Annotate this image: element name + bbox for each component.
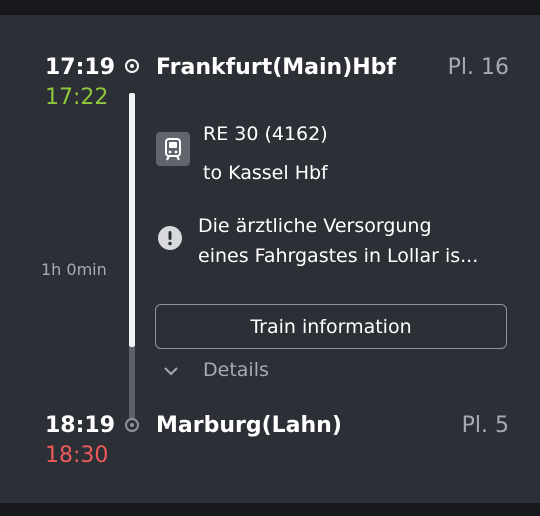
details-label: Details (203, 359, 269, 381)
details-toggle[interactable]: Details (163, 355, 269, 385)
chevron-down-icon (163, 361, 179, 380)
departure-station[interactable]: Frankfurt(Main)Hbf (156, 55, 396, 80)
departure-platform: Pl. 16 (447, 55, 509, 80)
timeline-progress (129, 93, 135, 347)
disruption-notice[interactable]: Die ärztliche Versorgung eines Fahrgaste… (198, 211, 478, 271)
travel-duration: 1h 0min (41, 260, 107, 279)
arrival-actual-time: 18:30 (45, 443, 109, 468)
departure-actual-time: 17:22 (45, 85, 109, 110)
departure-planned-time: 17:19 (45, 55, 116, 80)
train-icon (156, 132, 190, 166)
arrival-planned-time: 18:19 (45, 413, 116, 438)
departure-node-icon (125, 59, 139, 73)
info-icon (158, 226, 182, 250)
arrival-node-icon (125, 418, 139, 432)
notice-line-1: Die ärztliche Versorgung (198, 215, 432, 237)
arrival-station[interactable]: Marburg(Lahn) (156, 413, 342, 438)
train-information-button[interactable]: Train information (155, 304, 507, 349)
train-name: RE 30 (4162) (203, 123, 328, 145)
arrival-platform: Pl. 5 (461, 413, 509, 438)
journey-section-card: 17:19 17:22 Frankfurt(Main)Hbf Pl. 16 1h… (0, 15, 540, 503)
notice-line-2: eines Fahrgastes in Lollar is... (198, 245, 479, 267)
train-direction: to Kassel Hbf (203, 162, 328, 184)
